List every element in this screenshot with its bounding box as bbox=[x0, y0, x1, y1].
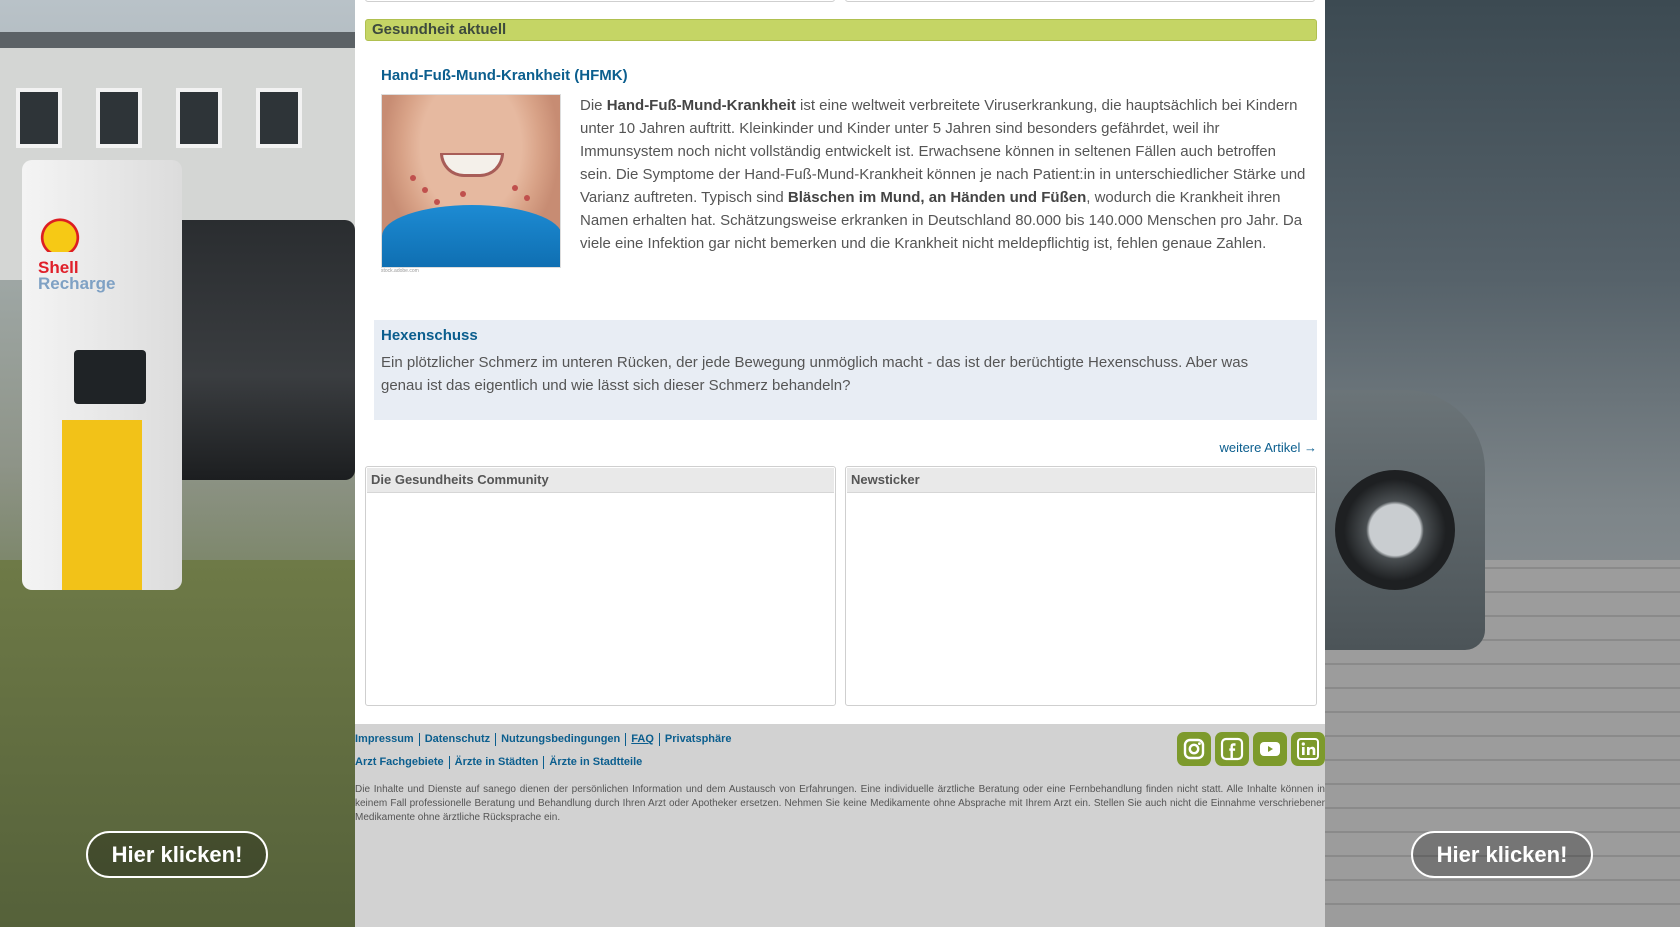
article-bold-term: Hand-Fuß-Mund-Krankheit bbox=[606, 97, 796, 114]
teaser-title-link[interactable]: Hexenschuss bbox=[381, 327, 1310, 344]
article-image-spot bbox=[410, 175, 416, 181]
article-image-spot bbox=[512, 185, 518, 191]
article-body: Die Hand-Fuß-Mund-Krankheit ist eine wel… bbox=[580, 94, 1310, 255]
footer-links-row2: Arzt Fachgebiete Ärzte in Städten Ärzte … bbox=[355, 756, 647, 769]
article-title-link[interactable]: Hand-Fuß-Mund-Krankheit (HFMK) bbox=[381, 67, 628, 84]
footer-links-row1: Impressum Datenschutz Nutzungsbedingunge… bbox=[355, 733, 737, 746]
ad-window bbox=[96, 88, 142, 148]
ad-window bbox=[256, 88, 302, 148]
youtube-icon[interactable] bbox=[1253, 732, 1287, 766]
ad-window bbox=[176, 88, 222, 148]
footer-link-faq[interactable]: FAQ bbox=[625, 733, 659, 746]
ad-charger-base bbox=[62, 420, 142, 590]
footer-link-privatsphaere[interactable]: Privatsphäre bbox=[658, 733, 737, 746]
article-image-shirt bbox=[382, 205, 560, 267]
footer-link-aerzte-stadtteile[interactable]: Ärzte in Stadtteile bbox=[543, 756, 647, 769]
article-image-spot bbox=[524, 195, 530, 201]
main-content: Gesundheit aktuell Hand-Fuß-Mund-Krankhe… bbox=[355, 0, 1325, 927]
footer-link-arzt-fachgebiete[interactable]: Arzt Fachgebiete bbox=[355, 756, 449, 769]
footer-link-impressum[interactable]: Impressum bbox=[355, 733, 419, 746]
ad-cta-button-right[interactable]: Hier klicken! bbox=[1411, 831, 1593, 878]
ad-charger-screen bbox=[74, 350, 146, 404]
ad-wheel bbox=[1335, 470, 1455, 590]
teaser-card[interactable]: Hexenschuss Ein plötzlicher Schmerz im u… bbox=[374, 320, 1317, 420]
ad-roof bbox=[0, 32, 355, 48]
article-bold-symptoms: Bläschen im Mund, an Händen und Füßen bbox=[787, 189, 1087, 206]
article-image-spot bbox=[422, 187, 428, 193]
section-header: Gesundheit aktuell bbox=[365, 19, 1317, 41]
ad-brand: Shell Recharge bbox=[38, 259, 116, 293]
newsticker-box-title: Newsticker bbox=[847, 468, 1315, 493]
instagram-icon[interactable] bbox=[1177, 732, 1211, 766]
footer-link-datenschutz[interactable]: Datenschutz bbox=[418, 733, 495, 746]
ad-brand-line2: Recharge bbox=[38, 274, 116, 293]
image-credit: stock.adobe.com bbox=[381, 268, 419, 274]
article-text-part: Die bbox=[580, 97, 607, 114]
footer-link-aerzte-staedte[interactable]: Ärzte in Städten bbox=[448, 756, 544, 769]
top-box-edges bbox=[365, 0, 1315, 2]
facebook-icon[interactable] bbox=[1215, 732, 1249, 766]
community-box: Die Gesundheits Community bbox=[365, 466, 836, 706]
shell-logo-icon bbox=[40, 216, 80, 252]
community-box-title: Die Gesundheits Community bbox=[367, 468, 834, 493]
ad-window bbox=[16, 88, 62, 148]
top-box-right bbox=[845, 0, 1315, 2]
ad-cta-button-left[interactable]: Hier klicken! bbox=[86, 831, 268, 878]
footer-disclaimer: Die Inhalte und Dienste auf sanego diene… bbox=[355, 784, 1325, 823]
background-ad-right[interactable]: Hier klicken! bbox=[1325, 0, 1680, 927]
article-image-spot bbox=[434, 199, 440, 205]
background-ad-left[interactable]: Shell Recharge Hier klicken! bbox=[0, 0, 355, 927]
more-articles-link[interactable]: weitere Artikel → bbox=[1219, 440, 1317, 455]
linkedin-icon[interactable] bbox=[1291, 732, 1325, 766]
article-image[interactable] bbox=[381, 94, 561, 268]
footer-link-nutzungsbedingungen[interactable]: Nutzungsbedingungen bbox=[495, 733, 625, 746]
newsticker-box: Newsticker bbox=[845, 466, 1317, 706]
article-image-mouth bbox=[440, 153, 504, 177]
teaser-text: Ein plötzlicher Schmerz im unteren Rücke… bbox=[381, 354, 1249, 394]
article-image-spot bbox=[460, 191, 466, 197]
ad-charging-station: Shell Recharge bbox=[22, 160, 182, 590]
top-box-left bbox=[365, 0, 835, 2]
footer: Impressum Datenschutz Nutzungsbedingunge… bbox=[355, 724, 1325, 927]
